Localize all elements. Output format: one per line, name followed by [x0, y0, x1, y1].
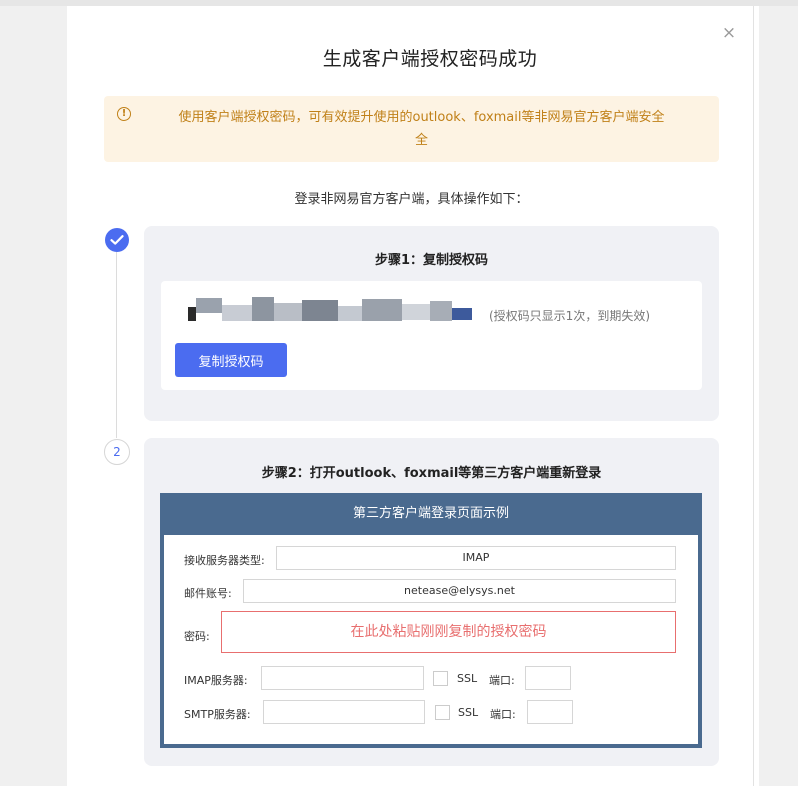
smtp-server-label: SMTP服务器:: [184, 708, 251, 721]
account-field: netease@elysys.net: [243, 579, 676, 603]
notice-text-line2: 全: [414, 133, 428, 148]
step-2-card: 步骤2：打开outlook、foxmail等第三方客户端重新登录 第三方客户端登…: [144, 438, 719, 766]
scrollbar[interactable]: [753, 6, 759, 786]
auth-code-blurred: [188, 295, 472, 323]
password-label: 密码:: [184, 630, 210, 643]
copy-auth-code-button[interactable]: 复制授权码: [175, 343, 287, 377]
password-field: 在此处粘贴刚刚复制的授权密码: [221, 611, 676, 653]
imap-server-field: [261, 666, 424, 690]
smtp-server-field: [263, 700, 425, 724]
dialog-title: 生成客户端授权密码成功: [322, 48, 538, 70]
auth-code-box: (授权码只显示1次，到期失效) 复制授权码: [161, 281, 702, 390]
instructions-subtitle: 登录非网易官方客户端，具体操作如下：: [294, 192, 529, 207]
server-type-field: IMAP: [276, 546, 676, 570]
step-2-indicator: 2: [104, 439, 130, 465]
imap-server-label: IMAP服务器:: [184, 674, 248, 687]
auth-code-hint: (授权码只显示1次，到期失效): [489, 309, 650, 323]
imap-port-label: 端口:: [489, 674, 515, 687]
client-login-example: 第三方客户端登录页面示例 接收服务器类型: IMAP 邮件账号: netease…: [160, 493, 702, 748]
step-1-card: 步骤1：复制授权码 (授权码只显示1次，到期失效) 复制授权码: [144, 226, 719, 421]
check-icon: [110, 235, 124, 245]
step-timeline: [116, 252, 117, 438]
example-header: 第三方客户端登录页面示例: [160, 493, 702, 535]
step-1-indicator: [105, 228, 129, 252]
smtp-ssl-checkbox: [435, 705, 450, 720]
imap-ssl-label: SSL: [457, 672, 478, 685]
imap-port-field: [525, 666, 571, 690]
notice-text: 使用客户端授权密码，可有效提升使用的outlook、foxmail等非网易官方客…: [178, 110, 665, 125]
step-2-title: 步骤2：打开outlook、foxmail等第三方客户端重新登录: [261, 466, 602, 481]
notice-banner: ! 使用客户端授权密码，可有效提升使用的outlook、foxmail等非网易官…: [104, 96, 719, 162]
account-label: 邮件账号:: [184, 587, 232, 600]
close-icon[interactable]: ×: [718, 22, 740, 44]
imap-ssl-checkbox: [433, 671, 448, 686]
smtp-ssl-label: SSL: [458, 706, 479, 719]
server-type-label: 接收服务器类型:: [184, 554, 265, 567]
smtp-port-field: [527, 700, 573, 724]
step-1-title: 步骤1：复制授权码: [374, 253, 489, 268]
warning-icon: !: [117, 107, 131, 121]
smtp-port-label: 端口:: [490, 708, 516, 721]
